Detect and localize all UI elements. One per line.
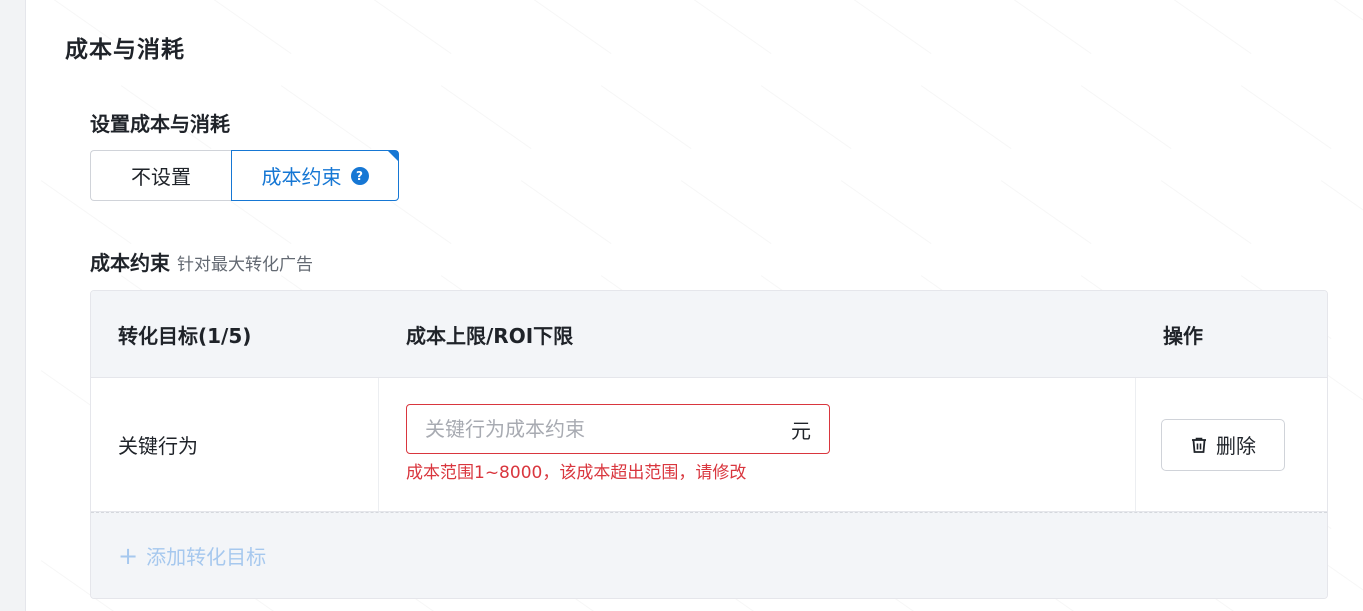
table-row: 关键行为 元 成本范围1~8000，该成本超出范围，请修改 删除 (91, 378, 1327, 512)
watermark-mark (670, 0, 771, 69)
watermark-mark (990, 0, 1091, 69)
section-title: 成本与消耗 (65, 37, 185, 63)
header-goal: 转化目标(1/5) (118, 323, 252, 348)
watermark-mark (670, 180, 771, 259)
trash-icon (1192, 437, 1206, 453)
header-cost-limit: 成本上限/ROI下限 (406, 323, 574, 348)
watermark-mark (350, 0, 451, 69)
watermark-mark (990, 180, 1091, 259)
option-cost-constraint-label: 成本约束 (261, 165, 342, 189)
table-header: 转化目标(1/5) 成本上限/ROI下限 操作 (91, 291, 1327, 378)
action-cell: 删除 (1136, 378, 1327, 511)
watermark-mark (910, 85, 1011, 164)
delete-button[interactable]: 删除 (1161, 418, 1285, 471)
watermark-mark (190, 0, 291, 69)
constraint-title: 成本约束 (90, 251, 170, 275)
cost-setting-segmented: 不设置 成本约束 ? (90, 150, 399, 201)
watermark-mark (1230, 85, 1331, 164)
delete-label: 删除 (1216, 434, 1256, 458)
option-no-setting-label: 不设置 (131, 165, 191, 189)
selected-corner-indicator (388, 151, 398, 161)
watermark-mark (1150, 180, 1251, 259)
option-no-setting[interactable]: 不设置 (90, 150, 231, 201)
cost-consumption-card: 成本与消耗 设置成本与消耗 不设置 成本约束 ? 成本约束 针对最大转化广告 转… (25, 0, 1363, 611)
plus-icon: + (118, 541, 139, 570)
watermark-mark (830, 0, 931, 69)
add-goal-label: 添加转化目标 (146, 545, 267, 569)
goal-name: 关键行为 (118, 434, 198, 458)
cost-constraint-input[interactable] (425, 417, 785, 441)
watermark-mark (1070, 85, 1171, 164)
watermark-mark (750, 85, 851, 164)
watermark-mark (430, 85, 531, 164)
error-message: 成本范围1~8000，该成本超出范围，请修改 (406, 463, 747, 483)
option-cost-constraint[interactable]: 成本约束 ? (231, 150, 399, 201)
cost-input-wrapper: 元 (406, 404, 830, 454)
watermark-mark (1310, 0, 1363, 69)
goal-cell: 关键行为 (91, 378, 379, 511)
setting-label: 设置成本与消耗 (90, 112, 230, 136)
unit-label: 元 (791, 418, 811, 443)
watermark-mark (830, 180, 931, 259)
watermark-mark (590, 85, 691, 164)
question-icon[interactable]: ? (350, 166, 369, 185)
watermark-mark (1310, 180, 1363, 259)
conversion-goal-table: 转化目标(1/5) 成本上限/ROI下限 操作 关键行为 元 成本范围1~800… (90, 290, 1328, 599)
watermark-mark (1150, 0, 1251, 69)
add-conversion-goal-button[interactable]: + 添加转化目标 (91, 512, 1327, 598)
watermark-mark (510, 0, 611, 69)
header-action: 操作 (1163, 323, 1203, 348)
watermark-mark (510, 180, 611, 259)
cost-cell: 元 成本范围1~8000，该成本超出范围，请修改 (379, 378, 1136, 511)
constraint-heading: 成本约束 针对最大转化广告 (90, 247, 313, 276)
constraint-hint: 针对最大转化广告 (177, 255, 313, 275)
